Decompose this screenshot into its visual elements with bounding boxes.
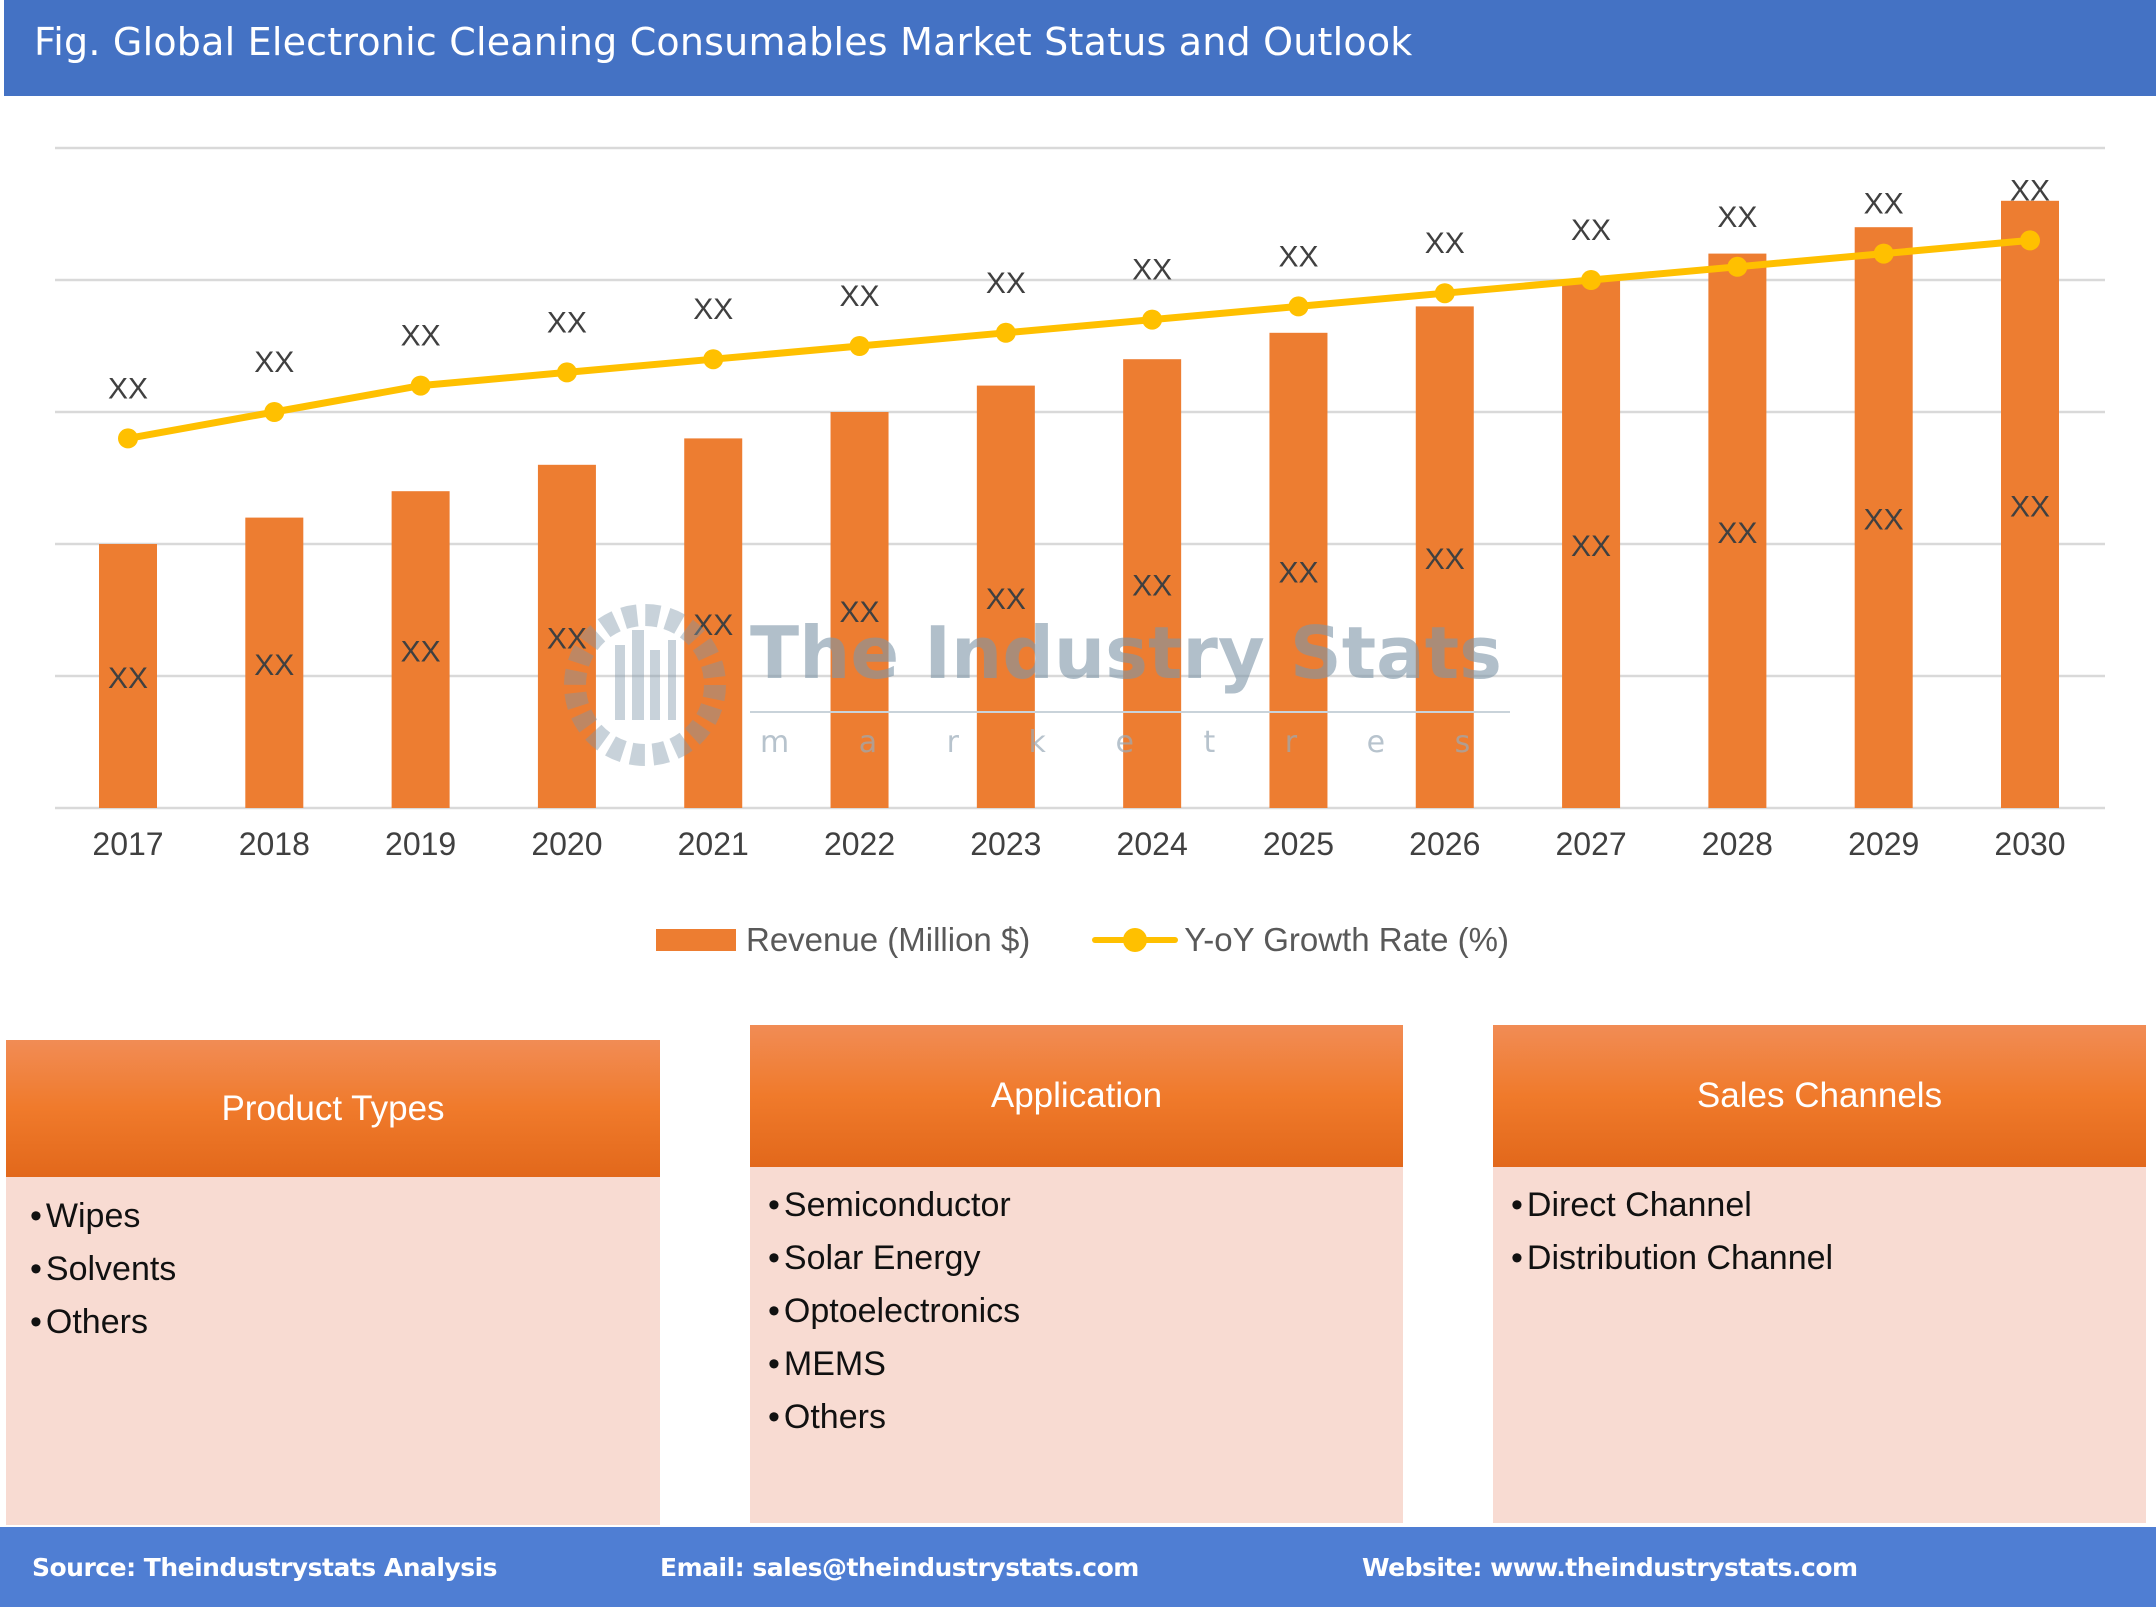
line-data-label: XX xyxy=(1425,227,1465,260)
list-item: • Semiconductor xyxy=(768,1186,1011,1224)
bar-data-label: XX xyxy=(693,609,733,642)
legend-item-revenue[interactable]: Revenue (Million $) xyxy=(656,921,1030,959)
growth-point-2023 xyxy=(995,322,1016,343)
x-tick-label: 2018 xyxy=(239,826,310,862)
growth-point-2024 xyxy=(1142,309,1163,330)
bar-data-label: XX xyxy=(986,583,1026,616)
line-data-label: XX xyxy=(840,280,880,313)
x-tick-label: 2021 xyxy=(678,826,749,862)
panel-title: Product Types xyxy=(221,1088,445,1128)
growth-point-2030 xyxy=(2020,230,2040,251)
footer-website[interactable]: Website: www.theindustrystats.com xyxy=(1362,1553,1858,1582)
line-data-label: XX xyxy=(1864,188,1904,221)
x-tick-label: 2024 xyxy=(1117,826,1188,862)
bar-data-label: XX xyxy=(1132,570,1172,603)
panel-title: Application xyxy=(990,1076,1163,1115)
panel-application: Application • Semiconductor • Solar Energy… xyxy=(750,1025,1403,1523)
panel-product-types: Product Types • Wipes • Solvents • Others xyxy=(6,1040,660,1525)
x-axis-ticks: 2017 2018 2019 2020 2021 2022 2023 2024 2025 2026… xyxy=(92,826,2065,862)
bar-data-label: XX xyxy=(547,622,587,655)
line-data-label: XX xyxy=(986,267,1026,300)
x-tick-label: 2027 xyxy=(1555,826,1626,862)
growth-point-2020 xyxy=(556,362,577,383)
combo-chart: XX XX XX XX XX XX XX XX XX XX XX XX XX XX XX XX XX XX XX X… xyxy=(55,146,2105,862)
panel-header: Application xyxy=(750,1025,1403,1167)
growth-point-2022 xyxy=(849,336,870,356)
growth-point-2029 xyxy=(1873,243,1894,264)
legend-label-growth: Y-oY Growth Rate (%) xyxy=(1184,921,1509,958)
list-item: • Distribution Channel xyxy=(1511,1239,1834,1277)
line-data-label: XX xyxy=(1132,254,1172,287)
bar-data-label: XX xyxy=(840,596,880,629)
x-tick-label: 2017 xyxy=(92,826,163,862)
growth-point-2018 xyxy=(264,402,285,422)
growth-point-2025 xyxy=(1288,296,1309,317)
footer-email[interactable]: Email: sales@theindustrystats.com xyxy=(660,1553,1139,1582)
line-marker-icon xyxy=(1092,926,1179,954)
line-data-label: XX xyxy=(1571,214,1611,247)
bar-data-label: XX xyxy=(1864,504,1904,537)
x-tick-label: 2026 xyxy=(1409,826,1480,862)
x-tick-label: 2023 xyxy=(970,826,1041,862)
page-title: Fig. Global Electronic Cleaning Consumab… xyxy=(34,20,1413,64)
line-data-label: XX xyxy=(254,346,294,379)
list-item: • MEMS xyxy=(768,1345,886,1383)
chart-legend: Revenue (Million $) Y-oY Growth Rate (%) xyxy=(656,920,1571,960)
line-data-label: XX xyxy=(2010,174,2050,207)
panel-list: • Semiconductor • Solar Energy • Optoelectr… xyxy=(768,1179,1020,1444)
growth-point-2026 xyxy=(1434,283,1455,304)
bar-data-label: XX xyxy=(2010,490,2050,523)
list-item: • Optoelectronics xyxy=(768,1292,1021,1330)
x-tick-label: 2025 xyxy=(1263,826,1334,862)
bar-data-label: XX xyxy=(1425,543,1465,576)
footer-source: Source: Theindustrystats Analysis xyxy=(32,1553,498,1582)
x-tick-label: 2029 xyxy=(1848,826,1919,862)
bar-data-label: XX xyxy=(1278,556,1318,589)
bar-data-label: XX xyxy=(254,649,294,682)
list-item: • Wipes xyxy=(30,1197,141,1235)
bar-data-label: XX xyxy=(108,662,148,695)
bar-data-label: XX xyxy=(1571,530,1611,563)
growth-point-2017 xyxy=(118,428,138,449)
panel-list: • Direct Channel • Distribution Channel xyxy=(1511,1179,1833,1285)
x-tick-label: 2019 xyxy=(385,826,456,862)
line-data-label: XX xyxy=(1278,240,1318,273)
panel-sales-channels: Sales Channels • Direct Channel • Distribu… xyxy=(1493,1025,2146,1523)
x-tick-label: 2028 xyxy=(1702,826,1773,862)
bar-swatch-icon xyxy=(656,929,736,951)
list-item: • Others xyxy=(768,1398,886,1436)
x-tick-label: 2020 xyxy=(531,826,602,862)
growth-point-2027 xyxy=(1581,270,1602,290)
list-item: • Solvents xyxy=(30,1250,177,1288)
panel-header: Product Types xyxy=(6,1040,660,1177)
legend-item-growth[interactable]: Y-oY Growth Rate (%) xyxy=(1092,921,1509,959)
growth-point-2028 xyxy=(1727,256,1748,277)
x-tick-label: 2022 xyxy=(824,826,895,862)
bar-data-label: XX xyxy=(401,636,441,669)
bar-series-revenue xyxy=(99,200,2059,809)
legend-label-revenue: Revenue (Million $) xyxy=(746,921,1031,958)
growth-point-2021 xyxy=(703,349,724,370)
x-tick-label: 2030 xyxy=(1994,826,2065,862)
panel-title: Sales Channels xyxy=(1696,1076,1943,1115)
list-item: • Direct Channel xyxy=(1511,1186,1752,1224)
gridlines xyxy=(55,146,2105,810)
line-data-label: XX xyxy=(693,293,733,326)
list-item: • Solar Energy xyxy=(768,1239,981,1277)
growth-point-2019 xyxy=(410,375,431,396)
line-data-label: XX xyxy=(401,320,441,353)
line-data-label: XX xyxy=(547,306,587,339)
line-data-label: XX xyxy=(108,372,148,405)
footer-bar: Source: Theindustrystats Analysis Email:… xyxy=(0,1527,2156,1607)
panel-list: • Wipes • Solvents • Others xyxy=(30,1190,176,1349)
bar-data-label: XX xyxy=(1717,517,1757,550)
panel-header: Sales Channels xyxy=(1493,1025,2146,1167)
title-bar: Fig. Global Electronic Cleaning Consumab… xyxy=(4,0,2156,96)
list-item: • Others xyxy=(30,1303,148,1341)
line-data-label: XX xyxy=(1717,201,1757,234)
